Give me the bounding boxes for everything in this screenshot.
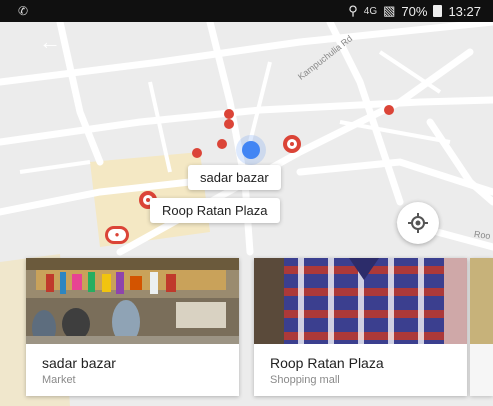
place-marker[interactable] xyxy=(217,139,227,149)
status-icons: ⚲ 4G ▧ 70% 13:27 xyxy=(348,3,481,19)
tooltip-sadar-bazar[interactable]: sadar bazar xyxy=(188,165,281,190)
back-button[interactable]: ← xyxy=(36,28,64,56)
market-photo xyxy=(26,258,239,344)
tooltip-roop-ratan-plaza[interactable]: Roop Ratan Plaza xyxy=(150,198,280,223)
map-view[interactable]: ← Kampuchulia Rd Roo ● sadar bazar Roop … xyxy=(0,22,493,406)
place-marker[interactable] xyxy=(192,148,202,158)
place-marker[interactable] xyxy=(283,135,301,153)
maps-screen: ✆ ⚲ 4G ▧ 70% 13:27 ← Kampuchulia Rd Roo … xyxy=(0,0,493,406)
battery-icon xyxy=(433,5,443,17)
card-photo-partial xyxy=(470,258,493,344)
clock: 13:27 xyxy=(448,3,481,19)
place-card-roop-ratan-plaza[interactable]: Roop Ratan Plaza Shopping mall xyxy=(254,258,467,396)
shirt-photo xyxy=(254,258,467,344)
place-marker[interactable] xyxy=(224,109,234,119)
location-icon: ⚲ xyxy=(348,3,358,18)
signal-icon: ▧ xyxy=(383,3,396,18)
crosshair-icon xyxy=(408,213,428,233)
place-card-sadar-bazar[interactable]: sadar bazar Market xyxy=(26,258,239,396)
shopping-marker[interactable]: ● xyxy=(105,226,129,244)
card-subtitle: Market xyxy=(42,374,76,386)
card-title: Roop Ratan Plaza xyxy=(270,355,384,371)
place-marker[interactable] xyxy=(224,119,234,129)
place-marker[interactable] xyxy=(384,105,394,115)
status-bar: ✆ ⚲ 4G ▧ 70% 13:27 xyxy=(0,0,493,22)
network-type: 4G xyxy=(363,5,378,17)
battery-percent: 70% xyxy=(401,3,428,19)
place-card-carousel[interactable]: sadar bazar Market Roop Ratan Plaza Shop… xyxy=(0,258,493,406)
road-label: Roo xyxy=(473,228,492,242)
place-card-next[interactable] xyxy=(470,258,493,396)
current-location-dot xyxy=(242,141,260,159)
my-location-button[interactable] xyxy=(397,202,439,244)
whatsapp-icon: ✆ xyxy=(18,4,29,18)
card-subtitle: Shopping mall xyxy=(270,374,340,386)
card-title: sadar bazar xyxy=(42,355,116,371)
